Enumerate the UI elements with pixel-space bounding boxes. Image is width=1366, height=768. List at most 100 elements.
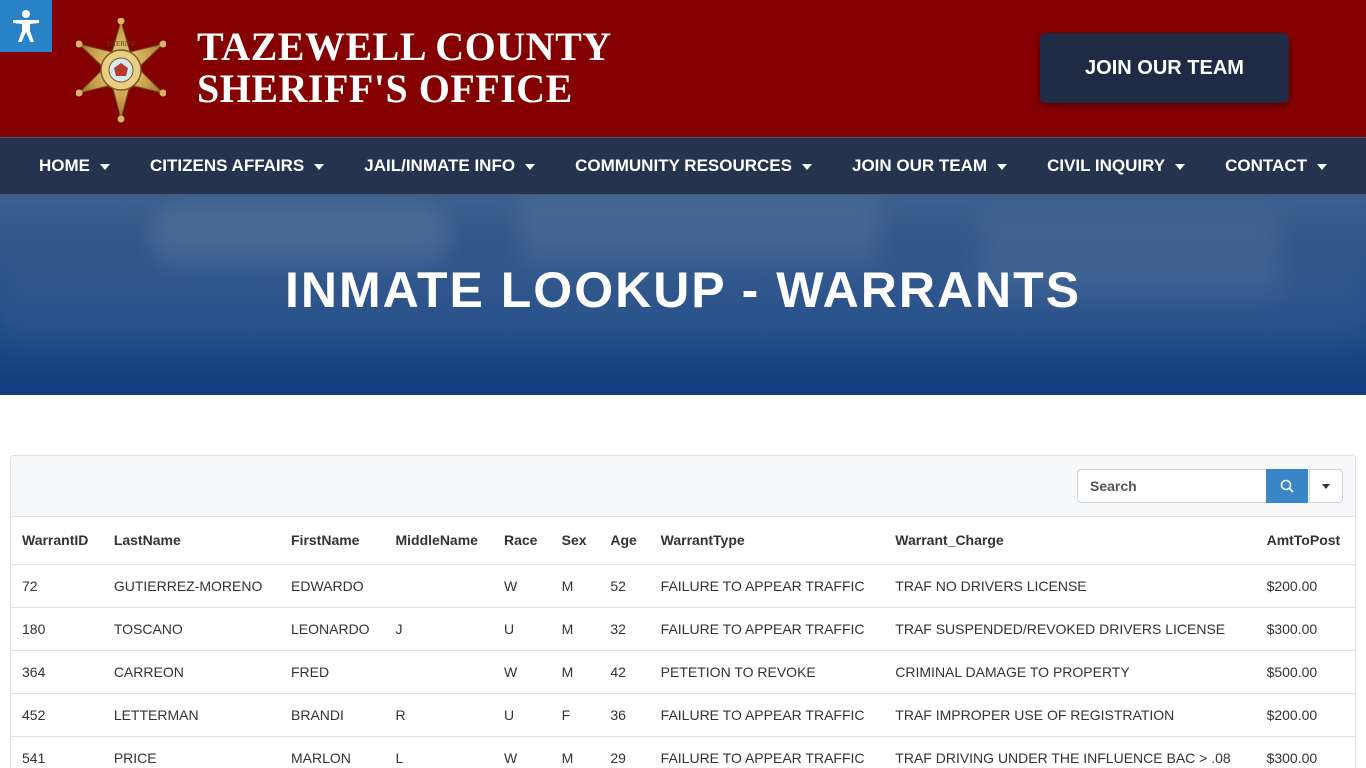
chevron-down-icon [1316, 164, 1327, 170]
nav-item-label: HOME [39, 156, 90, 175]
chevron-down-icon [802, 164, 812, 170]
table-cell: TOSCANO [102, 607, 280, 651]
table-cell: GUTIERREZ-MORENO [102, 564, 280, 608]
column-header[interactable]: Race [493, 517, 551, 565]
table-cell: M [550, 607, 600, 651]
table-cell: $200.00 [1255, 693, 1355, 737]
table-cell: FAILURE TO APPEAR TRAFFIC [649, 736, 885, 768]
nav-item-home[interactable]: HOME [19, 156, 130, 176]
table-cell: M [550, 650, 600, 694]
table-cell: W [493, 650, 551, 694]
table-cell: U [493, 693, 551, 737]
table-cell [384, 650, 493, 694]
nav-item-label: JAIL/INMATE INFO [364, 156, 516, 175]
nav-item-label: JOIN OUR TEAM [852, 156, 988, 175]
accessibility-icon [13, 10, 39, 42]
table-cell: M [550, 564, 600, 608]
table-cell: FAILURE TO APPEAR TRAFFIC [649, 607, 885, 651]
nav-item-label: CIVIL INQUIRY [1047, 156, 1166, 175]
table-cell: $300.00 [1255, 607, 1355, 651]
search-group [1077, 469, 1343, 503]
table-cell [384, 564, 493, 608]
site-title-line2: SHERIFF'S OFFICE [197, 66, 573, 111]
site-header: SHERIFF TAZEWELL COUNTY SHERIFF'S OFFICE… [0, 0, 1366, 137]
hero-background-shape [520, 195, 880, 265]
table-cell: 180 [11, 607, 103, 651]
chevron-down-icon [314, 164, 325, 170]
column-header[interactable]: Warrant_Charge [884, 517, 1256, 565]
column-header[interactable]: FirstName [280, 517, 385, 565]
table-cell: LEONARDO [280, 607, 385, 651]
column-header[interactable]: LastName [102, 517, 280, 565]
column-header[interactable]: Age [599, 517, 650, 565]
table-cell: 32 [599, 607, 650, 651]
table-header-row: WarrantID LastName FirstName MiddleName … [11, 517, 1355, 565]
table-cell: LETTERMAN [102, 693, 280, 737]
table-cell: TRAF DRIVING UNDER THE INFLUENCE BAC > .… [884, 736, 1256, 768]
table-cell: CARREON [102, 650, 280, 694]
main-nav: HOME CITIZENS AFFAIRS JAIL/INMATE INFO C… [0, 137, 1366, 195]
nav-item-join-our-team[interactable]: JOIN OUR TEAM [832, 156, 1027, 176]
table-cell: L [384, 736, 493, 768]
table-cell: 452 [11, 693, 103, 737]
table-cell: 29 [599, 736, 650, 768]
table-cell: EDWARDO [280, 564, 385, 608]
hero-background-shape [150, 205, 450, 265]
nav-item-civil-inquiry[interactable]: CIVIL INQUIRY [1027, 156, 1205, 176]
table-cell: CRIMINAL DAMAGE TO PROPERTY [884, 650, 1256, 694]
column-header[interactable]: WarrantID [11, 517, 103, 565]
table-row[interactable]: 364 CARREON FRED W M 42 PETETION TO REVO… [11, 650, 1355, 694]
search-options-dropdown[interactable] [1309, 469, 1343, 503]
nav-item-community-resources[interactable]: COMMUNITY RESOURCES [555, 156, 832, 176]
search-button[interactable] [1266, 469, 1308, 503]
table-cell: 364 [11, 650, 103, 694]
table-cell: W [493, 736, 551, 768]
svg-text:SHERIFF: SHERIFF [107, 41, 136, 48]
table-cell: FAILURE TO APPEAR TRAFFIC [649, 564, 885, 608]
hero-banner: INMATE LOOKUP - WARRANTS [0, 195, 1366, 395]
table-cell: MARLON [280, 736, 385, 768]
caret-down-icon [1322, 483, 1330, 489]
table-row[interactable]: 72 GUTIERREZ-MORENO EDWARDO W M 52 FAILU… [11, 564, 1355, 608]
nav-item-contact[interactable]: CONTACT [1205, 156, 1347, 176]
chevron-down-icon [525, 164, 536, 170]
table-cell: $300.00 [1255, 736, 1355, 768]
nav-item-jail-inmate-info[interactable]: JAIL/INMATE INFO [344, 156, 555, 176]
search-icon [1280, 479, 1294, 493]
table-cell: BRANDI [280, 693, 385, 737]
column-header[interactable]: Sex [550, 517, 600, 565]
table-cell: PETETION TO REVOKE [649, 650, 885, 694]
column-header[interactable]: AmtToPost [1255, 517, 1355, 565]
table-cell: 36 [599, 693, 650, 737]
join-our-team-button[interactable]: JOIN OUR TEAM [1040, 33, 1289, 103]
table-toolbar [11, 456, 1355, 517]
table-cell: 42 [599, 650, 650, 694]
table-cell: F [550, 693, 600, 737]
table-cell: W [493, 564, 551, 608]
chevron-down-icon [997, 164, 1008, 170]
table-cell: 541 [11, 736, 103, 768]
site-title[interactable]: TAZEWELL COUNTY SHERIFF'S OFFICE [197, 26, 612, 110]
nav-item-label: COMMUNITY RESOURCES [575, 156, 792, 175]
table-cell: FAILURE TO APPEAR TRAFFIC [649, 693, 885, 737]
table-row[interactable]: 541 PRICE MARLON L W M 29 FAILURE TO APP… [11, 736, 1355, 768]
table-cell: 72 [11, 564, 103, 608]
table-cell: TRAF NO DRIVERS LICENSE [884, 564, 1256, 608]
warrants-table-panel: WarrantID LastName FirstName MiddleName … [10, 455, 1356, 768]
site-title-line1: TAZEWELL COUNTY [197, 24, 612, 69]
table-row[interactable]: 180 TOSCANO LEONARDO J U M 32 FAILURE TO… [11, 607, 1355, 651]
column-header[interactable]: WarrantType [649, 517, 885, 565]
accessibility-button[interactable] [0, 0, 52, 52]
table-row[interactable]: 452 LETTERMAN BRANDI R U F 36 FAILURE TO… [11, 693, 1355, 737]
table-cell: $500.00 [1255, 650, 1355, 694]
warrants-table: WarrantID LastName FirstName MiddleName … [11, 517, 1355, 768]
chevron-down-icon [100, 164, 110, 170]
page-title: INMATE LOOKUP - WARRANTS [284, 262, 1082, 318]
column-header[interactable]: MiddleName [384, 517, 493, 565]
chevron-down-icon [1175, 164, 1186, 170]
table-cell: TRAF IMPROPER USE OF REGISTRATION [884, 693, 1256, 737]
table-cell: TRAF SUSPENDED/REVOKED DRIVERS LICENSE [884, 607, 1256, 651]
nav-item-citizens-affairs[interactable]: CITIZENS AFFAIRS [130, 156, 344, 176]
sheriff-badge-logo[interactable]: SHERIFF [76, 18, 166, 124]
search-input[interactable] [1077, 469, 1266, 503]
